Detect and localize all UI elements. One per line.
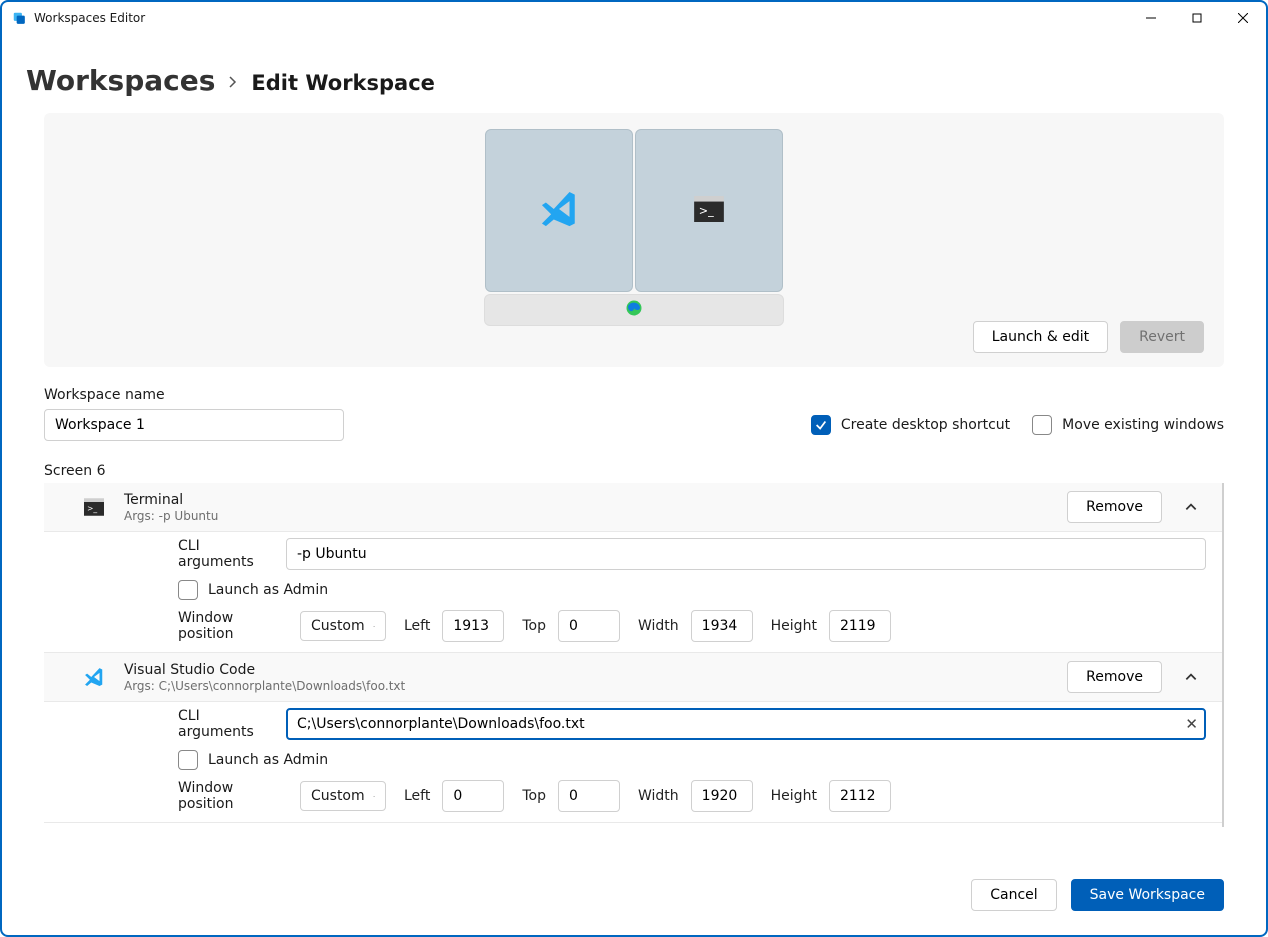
top-input[interactable] bbox=[558, 610, 620, 642]
chevron-down-icon bbox=[373, 791, 375, 802]
titlebar-left: Workspaces Editor bbox=[12, 11, 145, 25]
screen-section-heading: Screen 6 bbox=[44, 463, 1224, 479]
window-title: Workspaces Editor bbox=[34, 11, 145, 25]
left-input[interactable] bbox=[442, 780, 504, 812]
options: Create desktop shortcut Move existing wi… bbox=[811, 415, 1224, 435]
checkbox-icon bbox=[178, 580, 198, 600]
launch-as-admin-checkbox[interactable]: Launch as Admin bbox=[178, 750, 1206, 770]
chevron-right-icon bbox=[227, 72, 239, 93]
top-label: Top bbox=[522, 618, 546, 634]
width-label: Width bbox=[638, 788, 679, 804]
window-controls bbox=[1128, 2, 1266, 34]
preview-panel: >_ Launch & edit Revert bbox=[44, 113, 1224, 367]
breadcrumb: Workspaces Edit Workspace bbox=[26, 64, 1224, 97]
window-position-label: Window position bbox=[178, 610, 288, 642]
remove-button[interactable]: Remove bbox=[1067, 661, 1162, 693]
preview-layout: >_ bbox=[484, 129, 784, 326]
select-value: Custom bbox=[311, 788, 365, 804]
content: Workspaces Edit Workspace >_ bbox=[2, 34, 1266, 863]
collapse-toggle[interactable] bbox=[1176, 492, 1206, 522]
workspace-name-input[interactable] bbox=[44, 409, 344, 441]
chevron-down-icon bbox=[373, 621, 375, 632]
width-label: Width bbox=[638, 618, 679, 634]
top-label: Top bbox=[522, 788, 546, 804]
vscode-icon bbox=[82, 666, 106, 688]
preview-actions: Launch & edit Revert bbox=[973, 321, 1204, 353]
minimize-button[interactable] bbox=[1128, 2, 1174, 34]
cli-input[interactable] bbox=[286, 708, 1206, 740]
cli-label: CLI arguments bbox=[178, 708, 272, 740]
breadcrumb-leaf: Edit Workspace bbox=[251, 71, 434, 95]
checkbox-icon bbox=[1032, 415, 1052, 435]
height-label: Height bbox=[771, 618, 817, 634]
app-args-summary: Args: C;\Users\connorplante\Downloads\fo… bbox=[124, 679, 1049, 693]
launch-as-admin-label: Launch as Admin bbox=[208, 582, 328, 598]
width-input[interactable] bbox=[691, 610, 753, 642]
app-list: >_ Terminal Args: -p Ubuntu Remove CLI a… bbox=[44, 483, 1224, 827]
height-input[interactable] bbox=[829, 610, 891, 642]
create-shortcut-checkbox[interactable]: Create desktop shortcut bbox=[811, 415, 1010, 435]
checkbox-icon bbox=[811, 415, 831, 435]
app-header-vscode[interactable]: Visual Studio Code Args: C;\Users\connor… bbox=[44, 653, 1222, 702]
app-title: Terminal bbox=[124, 492, 1049, 508]
breadcrumb-root[interactable]: Workspaces bbox=[26, 64, 215, 97]
checkbox-icon bbox=[178, 750, 198, 770]
app-body-terminal: CLI arguments Launch as Admin Window pos… bbox=[44, 532, 1222, 653]
app-args-summary: Args: -p Ubuntu bbox=[124, 509, 1049, 523]
save-workspace-button[interactable]: Save Workspace bbox=[1071, 879, 1224, 911]
titlebar: Workspaces Editor bbox=[2, 2, 1266, 34]
terminal-icon: >_ bbox=[694, 196, 724, 226]
clear-input-icon[interactable]: ✕ bbox=[1185, 715, 1198, 733]
terminal-icon: >_ bbox=[82, 498, 106, 516]
launch-as-admin-checkbox[interactable]: Launch as Admin bbox=[178, 580, 1206, 600]
app-header-terminal[interactable]: >_ Terminal Args: -p Ubuntu Remove bbox=[44, 483, 1222, 532]
collapse-toggle[interactable] bbox=[1176, 662, 1206, 692]
remove-button[interactable]: Remove bbox=[1067, 491, 1162, 523]
select-value: Custom bbox=[311, 618, 365, 634]
width-input[interactable] bbox=[691, 780, 753, 812]
revert-button: Revert bbox=[1120, 321, 1204, 353]
vscode-icon bbox=[538, 188, 580, 234]
move-existing-checkbox[interactable]: Move existing windows bbox=[1032, 415, 1224, 435]
left-label: Left bbox=[404, 618, 430, 634]
app-title: Visual Studio Code bbox=[124, 662, 1049, 678]
svg-text:>_: >_ bbox=[699, 204, 714, 217]
left-label: Left bbox=[404, 788, 430, 804]
svg-text:>_: >_ bbox=[87, 504, 97, 513]
height-label: Height bbox=[771, 788, 817, 804]
position-mode-select[interactable]: Custom bbox=[300, 781, 386, 811]
app-body-vscode: CLI arguments ✕ Launch as Admin Window p… bbox=[44, 702, 1222, 823]
cli-label: CLI arguments bbox=[178, 538, 272, 570]
create-shortcut-label: Create desktop shortcut bbox=[841, 417, 1010, 433]
preview-tile-edge[interactable] bbox=[484, 294, 784, 326]
window-position-label: Window position bbox=[178, 780, 288, 812]
app-icon bbox=[12, 11, 26, 25]
preview-tile-terminal[interactable]: >_ bbox=[635, 129, 783, 292]
position-mode-select[interactable]: Custom bbox=[300, 611, 386, 641]
top-input[interactable] bbox=[558, 780, 620, 812]
cancel-button[interactable]: Cancel bbox=[971, 879, 1056, 911]
edge-icon bbox=[625, 299, 643, 321]
left-input[interactable] bbox=[442, 610, 504, 642]
preview-tile-vscode[interactable] bbox=[485, 129, 633, 292]
launch-edit-button[interactable]: Launch & edit bbox=[973, 321, 1108, 353]
height-input[interactable] bbox=[829, 780, 891, 812]
workspace-name-label: Workspace name bbox=[44, 387, 1224, 403]
launch-as-admin-label: Launch as Admin bbox=[208, 752, 328, 768]
cli-input[interactable] bbox=[286, 538, 1206, 570]
close-button[interactable] bbox=[1220, 2, 1266, 34]
move-existing-label: Move existing windows bbox=[1062, 417, 1224, 433]
app-window: Workspaces Editor Workspaces Edit Worksp… bbox=[0, 0, 1268, 937]
maximize-button[interactable] bbox=[1174, 2, 1220, 34]
name-row: Create desktop shortcut Move existing wi… bbox=[44, 409, 1224, 441]
footer: Cancel Save Workspace bbox=[2, 863, 1266, 935]
